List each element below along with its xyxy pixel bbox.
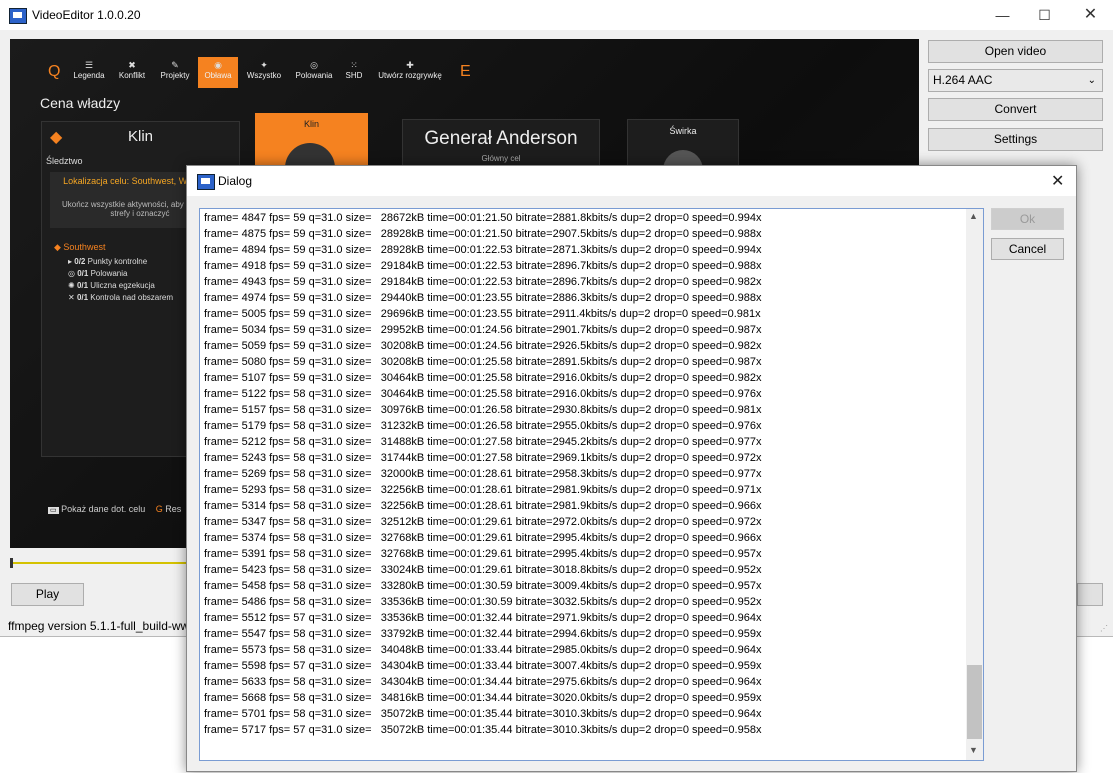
nav-item: ⁙ SHD bbox=[345, 60, 363, 80]
scroll-up-icon[interactable]: ▲ bbox=[969, 211, 978, 221]
convert-button[interactable]: Convert bbox=[928, 98, 1103, 121]
task-item: ✕ 0/1 Kontrola nad obszarem bbox=[68, 293, 174, 302]
cancel-button[interactable]: Cancel bbox=[991, 238, 1064, 260]
card-title: Klin bbox=[127, 128, 153, 145]
key-q: Q bbox=[48, 63, 61, 80]
log-line: frame= 5374 fps= 58 q=31.0 size= 32768kB… bbox=[204, 532, 762, 544]
game-nav: ☰ Legenda ✖ Konflikt ✎ Projekty ◉ Obława ✦ Ws… bbox=[68, 57, 458, 88]
task-item: ◎ 0/1 Polowania bbox=[68, 269, 128, 278]
log-line: frame= 5668 fps= 58 q=31.0 size= 34816kB… bbox=[204, 692, 762, 704]
log-line: frame= 4918 fps= 59 q=31.0 size= 29184kB… bbox=[204, 260, 762, 272]
log-line: frame= 5423 fps= 58 q=31.0 size= 33024kB… bbox=[204, 564, 762, 576]
log-line: frame= 5122 fps= 58 q=31.0 size= 30464kB… bbox=[204, 388, 762, 400]
log-line: frame= 4875 fps= 59 q=31.0 size= 28928kB… bbox=[204, 228, 762, 240]
log-lines: frame= 4847 fps= 59 q=31.0 size= 28672kB… bbox=[204, 210, 761, 738]
partial-button[interactable] bbox=[1077, 583, 1103, 606]
dialog-app-icon bbox=[197, 174, 215, 190]
codec-select-value: H.264 AAC bbox=[933, 73, 993, 87]
nav-item: ✚ Utwórz rozgrywkę bbox=[378, 60, 442, 80]
key-e: E bbox=[460, 63, 471, 80]
log-line: frame= 5717 fps= 57 q=31.0 size= 35072kB… bbox=[204, 724, 762, 736]
log-line: frame= 5034 fps= 59 q=31.0 size= 29952kB… bbox=[204, 324, 762, 336]
settings-button[interactable]: Settings bbox=[928, 128, 1103, 151]
play-button[interactable]: Play bbox=[11, 583, 84, 606]
general-name: Generał Anderson bbox=[424, 128, 578, 149]
app-icon bbox=[9, 8, 27, 24]
task-item: ✺ 0/1 Uliczna egzekucja bbox=[68, 281, 155, 290]
log-line: frame= 4894 fps= 59 q=31.0 size= 28928kB… bbox=[204, 244, 762, 256]
log-line: frame= 5486 fps= 58 q=31.0 size= 33536kB… bbox=[204, 596, 762, 608]
ok-button[interactable]: Ok bbox=[991, 208, 1064, 230]
timeline-handle[interactable] bbox=[10, 558, 13, 568]
log-line: frame= 4943 fps= 59 q=31.0 size= 29184kB… bbox=[204, 276, 762, 288]
log-scrollbar[interactable]: ▲ ▼ bbox=[966, 209, 983, 760]
log-line: frame= 4974 fps= 59 q=31.0 size= 29440kB… bbox=[204, 292, 762, 304]
portrait-label: Świrka bbox=[669, 126, 697, 136]
status-text: ffmpeg version 5.1.1-full_build-ww bbox=[8, 619, 190, 633]
minimize-icon[interactable]: — bbox=[980, 0, 1025, 30]
task-list: ▸ 0/2 Punkty kontrolne ◎ 0/1 Polowania ✺… bbox=[68, 256, 173, 304]
log-line: frame= 5547 fps= 58 q=31.0 size= 33792kB… bbox=[204, 628, 762, 640]
log-line: frame= 5157 fps= 58 q=31.0 size= 30976kB… bbox=[204, 404, 762, 416]
log-line: frame= 5458 fps= 58 q=31.0 size= 33280kB… bbox=[204, 580, 762, 592]
section-label: Śledztwo bbox=[46, 156, 83, 166]
scroll-down-icon[interactable]: ▼ bbox=[969, 745, 978, 755]
log-line: frame= 5598 fps= 57 q=31.0 size= 34304kB… bbox=[204, 660, 762, 672]
log-line: frame= 5005 fps= 59 q=31.0 size= 29696kB… bbox=[204, 308, 761, 320]
log-line: frame= 5391 fps= 58 q=31.0 size= 32768kB… bbox=[204, 548, 762, 560]
log-line: frame= 5293 fps= 58 q=31.0 size= 32256kB… bbox=[204, 484, 762, 496]
log-line: frame= 5347 fps= 58 q=31.0 size= 32512kB… bbox=[204, 516, 762, 528]
log-line: frame= 5243 fps= 58 q=31.0 size= 31744kB… bbox=[204, 452, 762, 464]
log-line: frame= 5107 fps= 59 q=31.0 size= 30464kB… bbox=[204, 372, 762, 384]
window-title: VideoEditor 1.0.0.20 bbox=[32, 8, 141, 22]
dialog-close-icon[interactable]: ✕ bbox=[1051, 171, 1064, 191]
log-line: frame= 5573 fps= 58 q=31.0 size= 34048kB… bbox=[204, 644, 762, 656]
region-label: ◆ Southwest bbox=[54, 242, 106, 252]
nav-item: ◎ Polowania bbox=[295, 60, 333, 80]
dialog-title-bar[interactable]: Dialog ✕ bbox=[187, 166, 1076, 196]
game-heading: Cena władzy bbox=[40, 95, 121, 111]
close-icon[interactable]: ✕ bbox=[1068, 0, 1113, 30]
main-title-bar[interactable]: VideoEditor 1.0.0.20 — ☐ ✕ bbox=[0, 0, 1113, 30]
game-footer: ▭ Pokaż dane dot. celu G Res bbox=[48, 504, 182, 514]
dialog-title: Dialog bbox=[218, 174, 253, 188]
nav-item: ✦ Wszystko bbox=[246, 60, 282, 80]
log-line: frame= 5512 fps= 57 q=31.0 size= 33536kB… bbox=[204, 612, 762, 624]
log-line: frame= 5179 fps= 58 q=31.0 size= 31232kB… bbox=[204, 420, 762, 432]
log-line: frame= 5701 fps= 58 q=31.0 size= 35072kB… bbox=[204, 708, 762, 720]
log-line: frame= 5633 fps= 58 q=31.0 size= 34304kB… bbox=[204, 676, 762, 688]
nav-item: ✖ Konflikt bbox=[118, 60, 146, 80]
portrait-label: Klin bbox=[303, 119, 319, 129]
log-line: frame= 5269 fps= 58 q=31.0 size= 32000kB… bbox=[204, 468, 762, 480]
codec-select[interactable]: H.264 AAC ⌄ bbox=[928, 69, 1103, 92]
timeline-track[interactable] bbox=[10, 562, 190, 564]
log-line: frame= 5080 fps= 59 q=31.0 size= 30208kB… bbox=[204, 356, 762, 368]
resize-grip-icon[interactable]: ⋰ bbox=[1100, 624, 1108, 633]
log-line: frame= 5212 fps= 58 q=31.0 size= 31488kB… bbox=[204, 436, 762, 448]
nav-item: ✎ Projekty bbox=[160, 60, 190, 80]
task-item: ▸ 0/2 Punkty kontrolne bbox=[68, 257, 148, 266]
log-line: frame= 5314 fps= 58 q=31.0 size= 32256kB… bbox=[204, 500, 762, 512]
chevron-down-icon: ⌄ bbox=[1087, 75, 1096, 86]
scroll-thumb[interactable] bbox=[967, 665, 982, 739]
nav-item-active: ◉ Obława bbox=[198, 57, 238, 88]
log-line: frame= 5059 fps= 59 q=31.0 size= 30208kB… bbox=[204, 340, 762, 352]
dialog-window: Dialog ✕ frame= 4847 fps= 59 q=31.0 size… bbox=[186, 165, 1077, 772]
general-sub: Główny cel bbox=[481, 154, 521, 163]
log-line: frame= 4847 fps= 59 q=31.0 size= 28672kB… bbox=[204, 212, 762, 224]
open-video-button[interactable]: Open video bbox=[928, 40, 1103, 63]
nav-item: ☰ Legenda bbox=[73, 60, 105, 80]
maximize-icon[interactable]: ☐ bbox=[1022, 0, 1067, 30]
ffmpeg-log-textarea[interactable]: frame= 4847 fps= 59 q=31.0 size= 28672kB… bbox=[199, 208, 984, 761]
